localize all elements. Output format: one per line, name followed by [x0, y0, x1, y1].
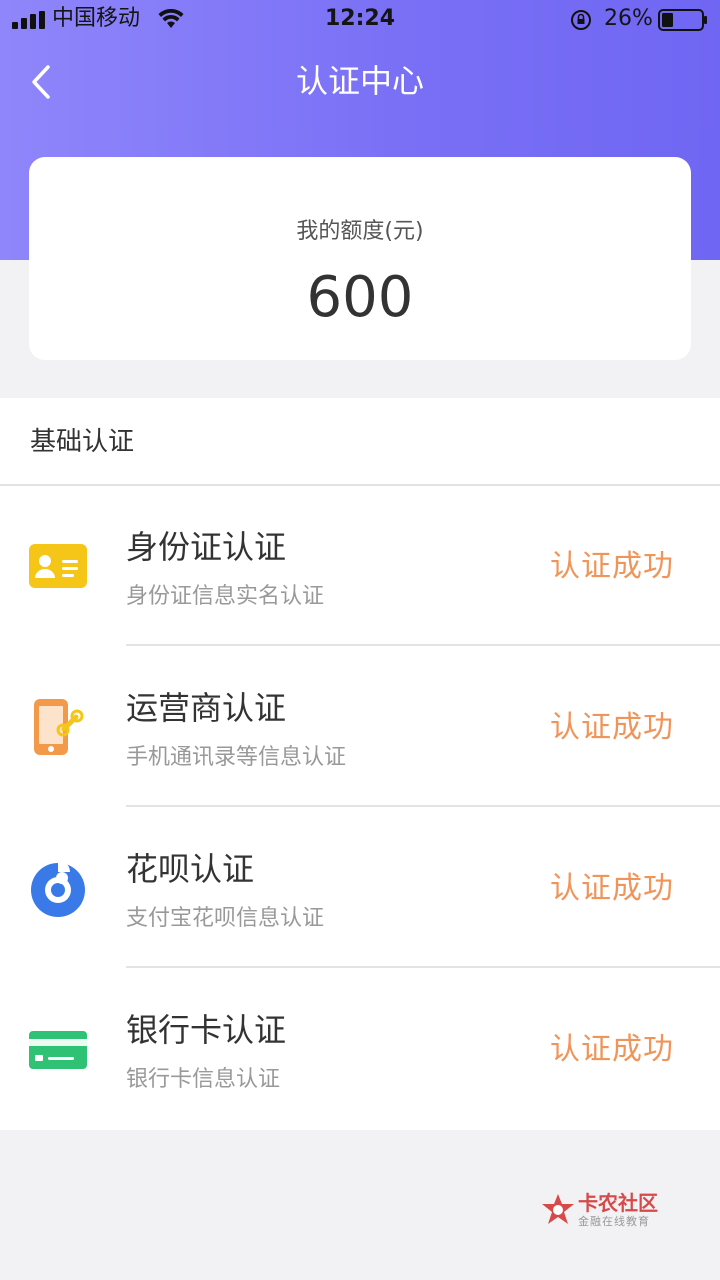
battery-icon — [658, 9, 707, 31]
mobile-carrier-icon — [34, 699, 84, 755]
quota-amount: 600 — [306, 265, 414, 330]
quota-label: 我的额度(元) — [296, 219, 424, 244]
item-divider — [126, 644, 720, 646]
id-card-icon — [29, 544, 87, 588]
watermark-text: 卡农社区 — [578, 1191, 658, 1215]
status-bar: 中国移动 12:24 26% — [0, 0, 720, 40]
verification-item-carrier[interactable]: 运营商认证 手机通讯录等信息认证 认证成功 — [0, 647, 720, 807]
verification-item-huabei[interactable]: 花呗认证 支付宝花呗信息认证 认证成功 — [0, 808, 720, 968]
section-title: 基础认证 — [30, 427, 135, 457]
watermark-subtext: 金融在线教育 — [578, 1215, 650, 1228]
item-title: 身份证认证 — [126, 528, 287, 566]
item-title: 花呗认证 — [126, 850, 255, 888]
item-description: 银行卡信息认证 — [126, 1067, 281, 1092]
item-divider — [126, 805, 720, 807]
watermark-logo-icon — [542, 1194, 574, 1224]
item-description: 身份证信息实名认证 — [126, 584, 325, 609]
watermark: 卡农社区 金融在线教育 — [540, 1190, 680, 1240]
verification-item-bank-card[interactable]: 银行卡认证 银行卡信息认证 认证成功 — [0, 969, 720, 1129]
verification-item-id-card[interactable]: 身份证认证 身份证信息实名认证 认证成功 — [0, 486, 720, 646]
status-badge: 认证成功 — [550, 710, 674, 745]
status-badge: 认证成功 — [550, 549, 674, 584]
item-divider — [126, 966, 720, 968]
item-description: 手机通讯录等信息认证 — [126, 745, 347, 770]
page-title: 认证中心 — [295, 62, 424, 100]
status-badge: 认证成功 — [550, 871, 674, 906]
status-badge: 认证成功 — [550, 1032, 674, 1067]
quota-card: 我的额度(元) 600 — [29, 157, 691, 360]
bank-card-icon — [29, 1031, 87, 1069]
huabei-icon — [31, 860, 85, 917]
rotation-lock-icon — [571, 10, 591, 30]
item-title: 运营商认证 — [126, 689, 287, 727]
item-title: 银行卡认证 — [126, 1011, 287, 1049]
basic-verification-section: 基础认证 身份证认证 身份证信息实名认证 认证成功 运营商认证 手机通讯录等信息… — [0, 398, 720, 1130]
battery-percentage: 26% — [604, 6, 653, 31]
item-description: 支付宝花呗信息认证 — [126, 906, 325, 931]
